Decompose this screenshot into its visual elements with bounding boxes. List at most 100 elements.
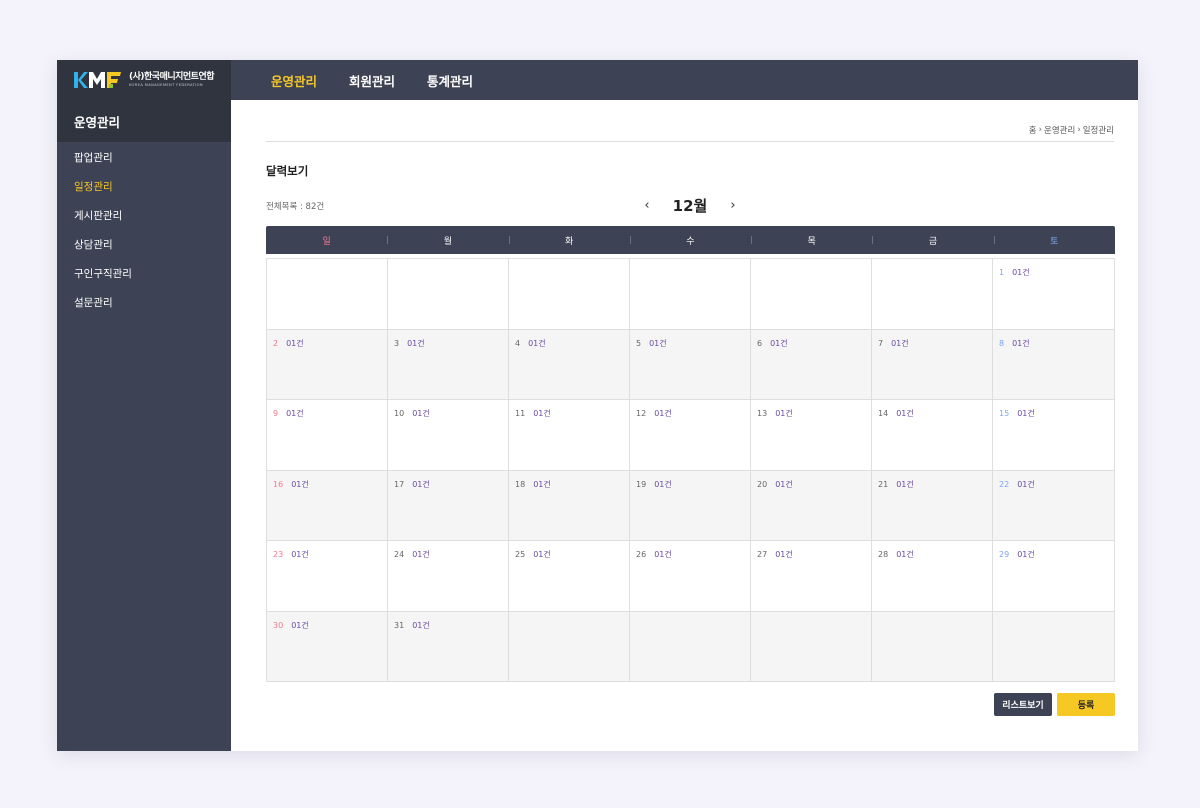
calendar-empty-cell	[993, 612, 1114, 682]
calendar-day-cell[interactable]: 22 01건	[993, 471, 1114, 541]
calendar-week-row: 9 01건 10 01건 11 01건 12 01건 13 01건 14 01건 15 01건	[267, 400, 1114, 471]
day-event-count[interactable]: 01건	[1012, 339, 1030, 348]
topnav-item-statistics[interactable]: 통계관리	[427, 71, 473, 90]
calendar-day-cell[interactable]: 19 01건	[630, 470, 751, 540]
day-number: 16	[273, 479, 284, 489]
day-event-count[interactable]: 01건	[286, 339, 304, 348]
sidebar-item-board[interactable]: 게시판관리	[57, 202, 231, 231]
chevron-right-icon: ›	[1038, 125, 1043, 135]
calendar-day-cell[interactable]: 12 01건	[630, 400, 751, 470]
logo-subtitle: KOREA MANAGEMENT FEDERATION	[129, 83, 203, 87]
day-event-count[interactable]: 01건	[1017, 550, 1035, 559]
calendar-day-cell[interactable]: 21 01건	[872, 470, 993, 540]
day-event-count[interactable]: 01건	[412, 550, 430, 559]
day-number: 30	[273, 620, 284, 630]
calendar-week-row: 23 01건 24 01건 25 01건 26 01건 27 01건 28 01건 29 01건	[267, 541, 1114, 612]
calendar-empty-cell	[388, 259, 509, 329]
main-content: 홈 › 운영관리 › 일정관리 달력보기 전체목록 : 82건 ‹ 12월 › …	[231, 100, 1138, 751]
logo[interactable]: (사)한국매니지먼트연합 KOREA MANAGEMENT FEDERATION	[57, 60, 231, 100]
day-event-count[interactable]: 01건	[291, 621, 309, 630]
calendar-day-cell[interactable]: 8 01건	[993, 330, 1114, 400]
calendar-day-cell[interactable]: 28 01건	[872, 541, 993, 611]
day-event-count[interactable]: 01건	[412, 621, 430, 630]
calendar-day-cell[interactable]: 2 01건	[267, 329, 388, 399]
day-number: 9	[273, 409, 279, 418]
calendar-empty-cell	[267, 259, 388, 329]
calendar-day-cell[interactable]: 11 01건	[509, 400, 630, 470]
calendar-day-cell[interactable]: 9 01건	[267, 400, 388, 470]
day-number: 19	[636, 479, 647, 489]
day-event-count[interactable]: 01건	[896, 480, 914, 489]
calendar-day-cell[interactable]: 17 01건	[388, 470, 509, 540]
calendar-day-cell[interactable]: 6 01건	[751, 329, 872, 399]
day-event-count[interactable]: 01건	[291, 550, 309, 559]
day-event-count[interactable]: 01건	[407, 339, 425, 348]
next-month-icon[interactable]: ›	[726, 198, 740, 213]
sidebar-item-popup[interactable]: 팝업관리	[57, 144, 231, 173]
calendar-day-cell[interactable]: 27 01건	[751, 541, 872, 611]
day-event-count[interactable]: 01건	[775, 409, 793, 418]
day-event-count[interactable]: 01건	[654, 550, 672, 559]
day-event-count[interactable]: 01건	[775, 550, 793, 559]
topnav-item-operation[interactable]: 운영관리	[271, 71, 317, 90]
day-event-count[interactable]: 01건	[291, 480, 309, 489]
prev-month-icon[interactable]: ‹	[640, 198, 654, 213]
list-view-button[interactable]: 리스트보기	[994, 693, 1052, 716]
day-number: 4	[515, 338, 521, 348]
calendar-day-cell[interactable]: 5 01건	[630, 329, 751, 399]
day-number: 5	[636, 338, 642, 348]
calendar-day-cell[interactable]: 4 01건	[509, 329, 630, 399]
calendar-day-cell[interactable]: 31 01건	[388, 611, 509, 681]
calendar-day-cell[interactable]: 20 01건	[751, 470, 872, 540]
day-event-count[interactable]: 01건	[1017, 480, 1035, 489]
day-event-count[interactable]: 01건	[412, 409, 430, 418]
calendar-day-cell[interactable]: 14 01건	[872, 400, 993, 470]
calendar-day-cell[interactable]: 24 01건	[388, 541, 509, 611]
breadcrumb-current: 일정관리	[1082, 126, 1114, 136]
day-number: 10	[394, 409, 405, 418]
calendar-day-cell[interactable]: 30 01건	[267, 611, 388, 681]
day-event-count[interactable]: 01건	[896, 550, 914, 559]
calendar-day-cell[interactable]: 23 01건	[267, 541, 388, 611]
day-event-count[interactable]: 01건	[1017, 409, 1035, 418]
day-event-count[interactable]: 01건	[286, 409, 304, 418]
day-event-count[interactable]: 01건	[533, 480, 551, 489]
calendar-day-cell[interactable]: 15 01건	[993, 400, 1114, 470]
day-event-count[interactable]: 01건	[775, 480, 793, 489]
calendar-day-cell[interactable]: 13 01건	[751, 400, 872, 470]
sidebar-item-consult[interactable]: 상담관리	[57, 231, 231, 260]
day-event-count[interactable]: 01건	[891, 339, 909, 348]
day-event-count[interactable]: 01건	[528, 339, 546, 348]
day-event-count[interactable]: 01건	[533, 409, 551, 418]
day-event-count[interactable]: 01건	[533, 550, 551, 559]
calendar-day-cell[interactable]: 29 01건	[993, 541, 1114, 611]
calendar-weekday-header: 일 월 화 수 목 금 토	[266, 226, 1115, 254]
register-button[interactable]: 등록	[1057, 693, 1115, 716]
day-event-count[interactable]: 01건	[770, 339, 788, 348]
sidebar-item-schedule[interactable]: 일정관리	[57, 173, 231, 202]
total-count: 전체목록 : 82건	[266, 202, 325, 212]
day-event-count[interactable]: 01건	[412, 480, 430, 489]
day-event-count[interactable]: 01건	[1012, 268, 1030, 277]
sidebar-item-jobs[interactable]: 구인구직관리	[57, 260, 231, 289]
day-number: 31	[394, 620, 405, 630]
day-event-count[interactable]: 01건	[649, 339, 667, 348]
day-event-count[interactable]: 01건	[654, 480, 672, 489]
breadcrumb-section[interactable]: 운영관리	[1044, 124, 1075, 136]
sidebar: 운영관리 팝업관리 일정관리 게시판관리 상담관리 구인구직관리 설문관리	[57, 100, 231, 751]
breadcrumb-home[interactable]: 홈	[1029, 124, 1037, 136]
calendar-day-cell[interactable]: 16 01건	[267, 470, 388, 540]
calendar-day-cell[interactable]: 10 01건	[388, 400, 509, 470]
calendar-day-cell[interactable]: 25 01건	[509, 541, 630, 611]
calendar-day-cell[interactable]: 3 01건	[388, 329, 509, 399]
calendar-day-cell[interactable]: 1 01건	[993, 259, 1114, 329]
calendar-empty-cell	[872, 259, 993, 329]
calendar-day-cell[interactable]: 26 01건	[630, 541, 751, 611]
calendar-day-cell[interactable]: 18 01건	[509, 470, 630, 540]
topnav-item-members[interactable]: 회원관리	[349, 71, 395, 90]
day-event-count[interactable]: 01건	[654, 409, 672, 418]
day-number: 1	[999, 268, 1005, 277]
sidebar-item-survey[interactable]: 설문관리	[57, 289, 231, 318]
day-event-count[interactable]: 01건	[896, 409, 914, 418]
calendar-day-cell[interactable]: 7 01건	[872, 329, 993, 399]
